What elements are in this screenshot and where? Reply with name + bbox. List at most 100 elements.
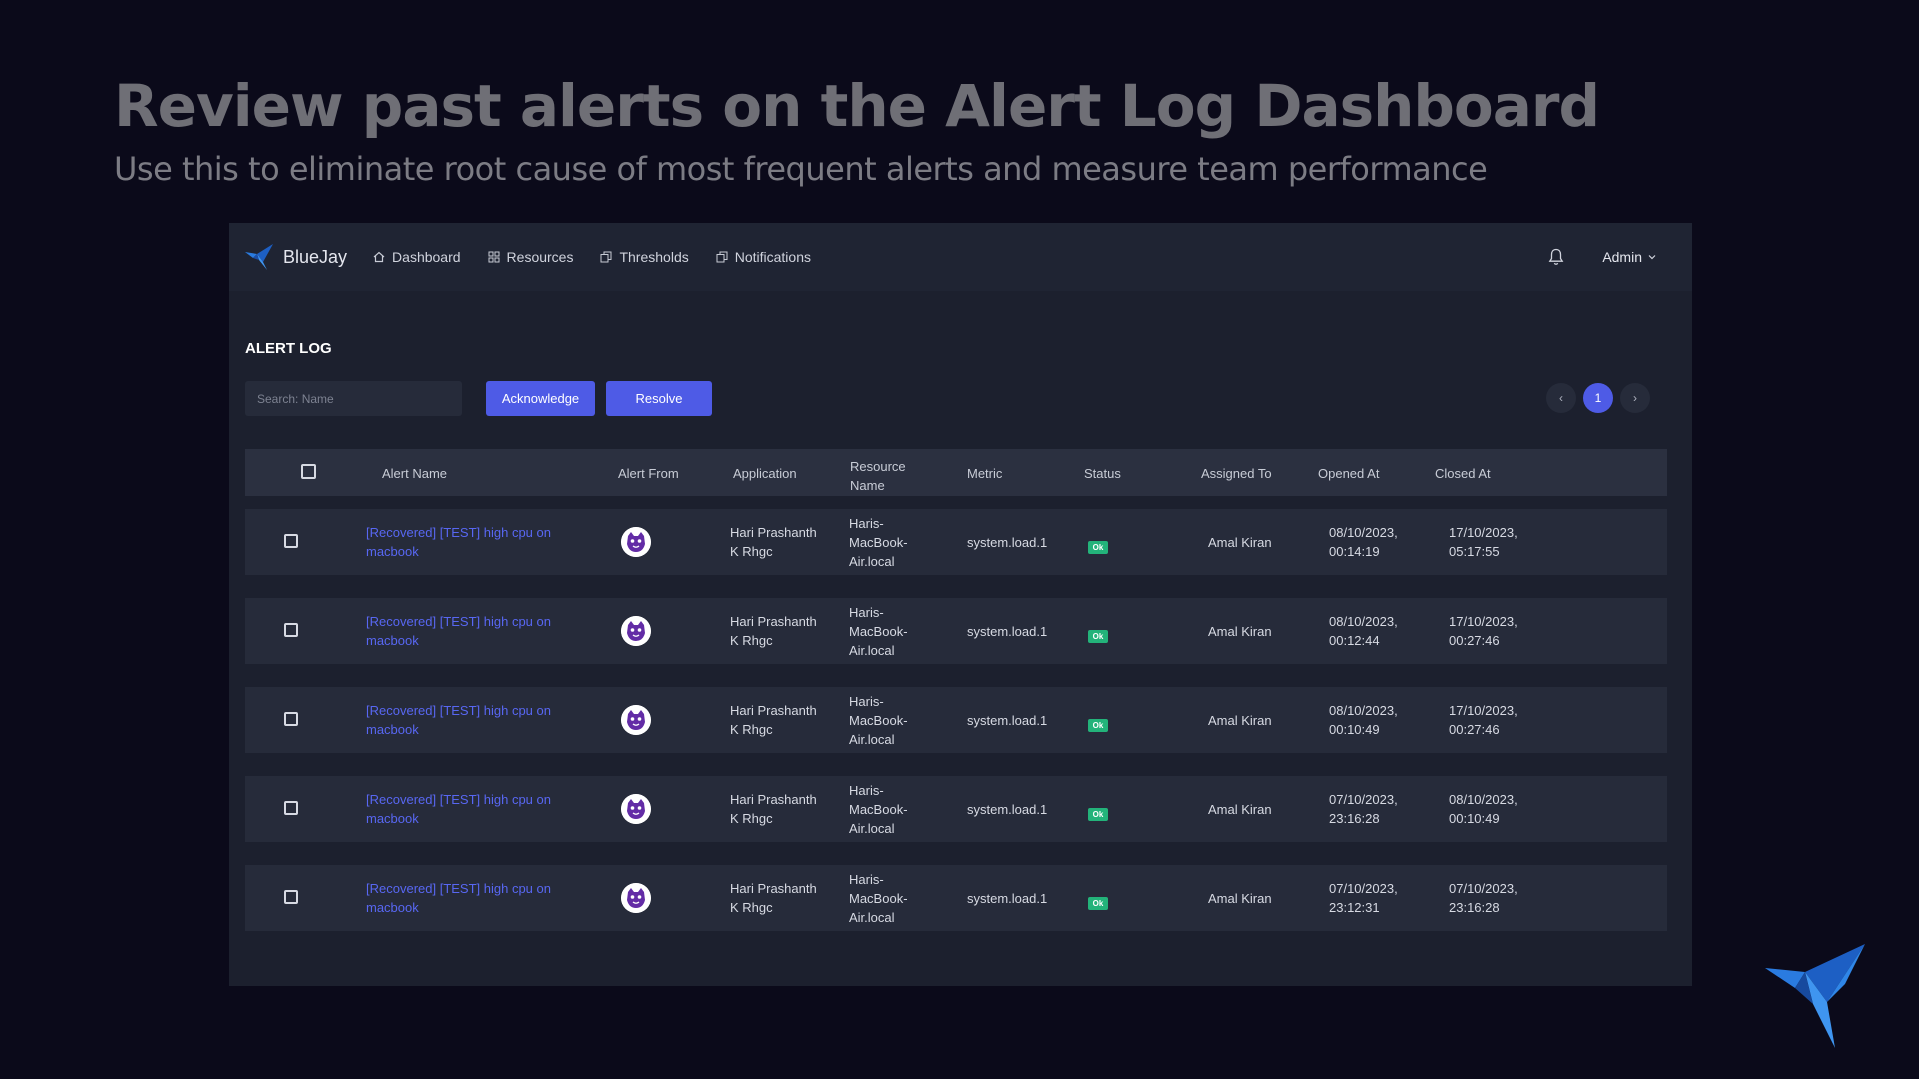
opened-at-date: 08/10/2023, <box>1329 614 1398 629</box>
resource-name-cell: Haris- MacBook- Air.local <box>849 781 908 838</box>
resource-line2: MacBook- <box>849 624 908 639</box>
alert-source-avatar <box>621 616 651 646</box>
table-row[interactable]: [Recovered] [TEST] high cpu on macbook H… <box>245 776 1667 842</box>
alert-name-line2[interactable]: macbook <box>366 720 551 739</box>
next-page-button[interactable]: › <box>1620 383 1650 413</box>
resource-line1: Haris- <box>849 872 884 887</box>
bluejay-logo-icon <box>245 244 273 270</box>
nav-notifications[interactable]: Notifications <box>716 249 811 265</box>
assigned-to-cell: Amal Kiran <box>1208 624 1272 639</box>
page-title: ALERT LOG <box>245 340 332 357</box>
resource-line1: Haris- <box>849 783 884 798</box>
nav-thresholds-label: Thresholds <box>619 249 689 265</box>
table-row[interactable]: [Recovered] [TEST] high cpu on macbook H… <box>245 865 1667 931</box>
row-checkbox[interactable] <box>284 801 298 815</box>
metric-cell: system.load.1 <box>967 802 1048 817</box>
alert-name-link[interactable]: [Recovered] [TEST] high cpu on macbook <box>366 790 551 828</box>
column-alert-name: Alert Name <box>382 466 448 481</box>
resource-line2: MacBook- <box>849 535 908 550</box>
opened-at-date: 08/10/2023, <box>1329 525 1398 540</box>
table-row[interactable]: [Recovered] [TEST] high cpu on macbook H… <box>245 687 1667 753</box>
closed-at-date: 17/10/2023, <box>1449 525 1518 540</box>
alert-name-line1[interactable]: [Recovered] [TEST] high cpu on <box>366 790 551 809</box>
alert-name-line1[interactable]: [Recovered] [TEST] high cpu on <box>366 879 551 898</box>
alert-name-line2[interactable]: macbook <box>366 809 551 828</box>
prev-page-button[interactable]: ‹ <box>1546 383 1576 413</box>
bluejay-corner-logo-icon <box>1765 944 1865 1048</box>
resource-name-cell: Haris- MacBook- Air.local <box>849 514 908 571</box>
nav-dashboard[interactable]: Dashboard <box>373 249 461 265</box>
brand[interactable]: BlueJay <box>245 244 347 270</box>
status-badge: Ok <box>1088 630 1108 643</box>
row-checkbox[interactable] <box>284 534 298 548</box>
application-line1: Hari Prashanth <box>730 792 817 807</box>
application-cell: Hari Prashanth K Rhgc <box>730 523 817 561</box>
resource-name-cell: Haris- MacBook- Air.local <box>849 870 908 927</box>
select-all-checkbox[interactable] <box>301 464 316 479</box>
alert-name-line1[interactable]: [Recovered] [TEST] high cpu on <box>366 612 551 631</box>
closed-at-date: 07/10/2023, <box>1449 881 1518 896</box>
column-application: Application <box>733 466 797 481</box>
acknowledge-button[interactable]: Acknowledge <box>486 381 595 416</box>
opened-at-time: 00:10:49 <box>1329 722 1380 737</box>
status-badge: Ok <box>1088 719 1108 732</box>
page-1-button[interactable]: 1 <box>1583 383 1613 413</box>
alert-name-line1[interactable]: [Recovered] [TEST] high cpu on <box>366 701 551 720</box>
resource-line3: Air.local <box>849 732 895 747</box>
nav-resources[interactable]: Resources <box>488 249 573 265</box>
alert-name-link[interactable]: [Recovered] [TEST] high cpu on macbook <box>366 612 551 650</box>
alert-name-line1[interactable]: [Recovered] [TEST] high cpu on <box>366 523 551 542</box>
resolve-button[interactable]: Resolve <box>606 381 712 416</box>
row-checkbox[interactable] <box>284 623 298 637</box>
brand-name: BlueJay <box>283 246 348 267</box>
status-badge: Ok <box>1088 897 1108 910</box>
alert-name-line2[interactable]: macbook <box>366 631 551 650</box>
opened-at-time: 23:16:28 <box>1329 811 1380 826</box>
pagination: ‹ 1 › <box>1546 383 1650 413</box>
resource-line3: Air.local <box>849 554 895 569</box>
opened-at-cell: 07/10/2023, 23:12:31 <box>1329 879 1398 917</box>
alert-name-link[interactable]: [Recovered] [TEST] high cpu on macbook <box>366 523 551 561</box>
home-icon <box>373 251 385 263</box>
search-input[interactable] <box>245 381 462 416</box>
resource-line2: MacBook- <box>849 802 908 817</box>
alert-name-line2[interactable]: macbook <box>366 898 551 917</box>
closed-at-date: 17/10/2023, <box>1449 614 1518 629</box>
slide-subtitle: Use this to eliminate root cause of most… <box>114 150 1488 188</box>
resource-line2: MacBook- <box>849 891 908 906</box>
alert-source-avatar <box>621 527 651 557</box>
assigned-to-cell: Amal Kiran <box>1208 802 1272 817</box>
opened-at-cell: 07/10/2023, 23:16:28 <box>1329 790 1398 828</box>
bell-icon[interactable] <box>1548 248 1564 266</box>
table-row[interactable]: [Recovered] [TEST] high cpu on macbook H… <box>245 509 1667 575</box>
opened-at-time: 00:12:44 <box>1329 633 1380 648</box>
datadog-icon <box>621 883 651 913</box>
application-line1: Hari Prashanth <box>730 614 817 629</box>
resource-line1: Haris- <box>849 605 884 620</box>
application-line2: K Rhgc <box>730 722 773 737</box>
table-row[interactable]: [Recovered] [TEST] high cpu on macbook H… <box>245 598 1667 664</box>
user-menu[interactable]: Admin <box>1602 249 1656 265</box>
copy-icon <box>716 251 728 263</box>
alert-name-link[interactable]: [Recovered] [TEST] high cpu on macbook <box>366 879 551 917</box>
resource-name-cell: Haris- MacBook- Air.local <box>849 603 908 660</box>
app-window: BlueJay Dashboard Resources Thresholds N… <box>229 223 1692 986</box>
row-checkbox[interactable] <box>284 890 298 904</box>
application-cell: Hari Prashanth K Rhgc <box>730 612 817 650</box>
alert-source-avatar <box>621 794 651 824</box>
resource-line3: Air.local <box>849 910 895 925</box>
application-line1: Hari Prashanth <box>730 525 817 540</box>
resource-line3: Air.local <box>849 643 895 658</box>
closed-at-time: 05:17:55 <box>1449 544 1500 559</box>
application-line2: K Rhgc <box>730 633 773 648</box>
datadog-icon <box>621 616 651 646</box>
column-resource-name: Resource Name <box>850 457 906 495</box>
alert-name-link[interactable]: [Recovered] [TEST] high cpu on macbook <box>366 701 551 739</box>
closed-at-time: 00:27:46 <box>1449 722 1500 737</box>
application-line1: Hari Prashanth <box>730 703 817 718</box>
nav-thresholds[interactable]: Thresholds <box>600 249 689 265</box>
alert-name-line2[interactable]: macbook <box>366 542 551 561</box>
resource-line1: Haris- <box>849 516 884 531</box>
row-checkbox[interactable] <box>284 712 298 726</box>
opened-at-cell: 08/10/2023, 00:14:19 <box>1329 523 1398 561</box>
